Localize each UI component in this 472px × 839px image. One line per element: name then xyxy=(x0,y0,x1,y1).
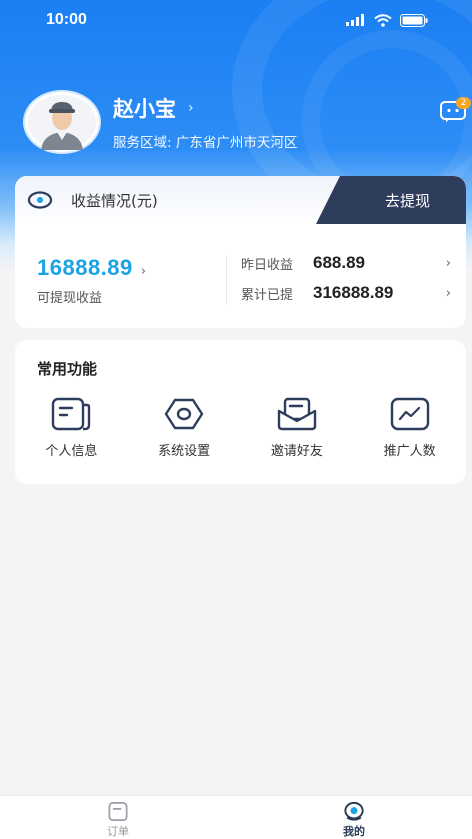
invite-envelope-icon xyxy=(277,397,317,431)
total-withdrawn-value: 316888.89 xyxy=(313,283,394,302)
eye-icon xyxy=(27,191,53,209)
yesterday-chevron-icon: › xyxy=(445,255,451,271)
earnings-divider xyxy=(226,255,227,305)
yesterday-earnings-row[interactable]: 昨日收益 688.89 › xyxy=(241,253,451,273)
order-icon xyxy=(108,802,128,821)
tab-label: 我的 xyxy=(343,825,365,838)
function-invite-friends[interactable]: 邀请好友 xyxy=(241,396,354,459)
avatar-person-icon xyxy=(28,95,96,150)
function-personal-info[interactable]: 个人信息 xyxy=(15,396,128,459)
status-bar: 10:00 xyxy=(0,0,472,40)
battery-icon xyxy=(400,13,428,27)
earnings-title: 收益情况(元) xyxy=(71,191,158,210)
withdrawable-label: 可提现收益 xyxy=(37,291,103,306)
service-region: 服务区域: 广东省广州市天河区 xyxy=(113,135,298,151)
withdraw-button[interactable]: 去提现 xyxy=(316,176,466,224)
functions-grid: 个人信息 系统设置 邀请好友 推广人数 xyxy=(15,396,466,459)
settings-hexagon-icon xyxy=(164,398,204,430)
withdrawable-chevron-icon: › xyxy=(140,264,146,279)
total-withdrawn-label: 累计已提 xyxy=(241,287,294,303)
withdrawable-amount: 16888.89 xyxy=(37,255,133,280)
user-name: 赵小宝 xyxy=(113,97,176,121)
earnings-header: 收益情况(元) 去提现 xyxy=(15,176,466,224)
function-label: 推广人数 xyxy=(383,444,436,459)
yesterday-value: 688.89 xyxy=(313,253,365,272)
common-functions-card: 常用功能 个人信息 系统设置 邀请好友 推广人数 xyxy=(15,340,466,484)
function-system-settings[interactable]: 系统设置 xyxy=(128,396,241,459)
wifi-icon xyxy=(374,13,392,27)
signal-icon xyxy=(346,14,364,26)
tab-label: 订单 xyxy=(107,825,129,838)
yesterday-label: 昨日收益 xyxy=(241,257,294,273)
total-withdrawn-row[interactable]: 累计已提 316888.89 › xyxy=(241,283,451,303)
mine-icon xyxy=(344,802,364,821)
tab-mine[interactable]: 我的 xyxy=(236,796,472,839)
avatar[interactable] xyxy=(25,92,99,152)
common-functions-title: 常用功能 xyxy=(37,360,98,378)
tab-orders[interactable]: 订单 xyxy=(0,796,236,839)
profile-card-icon xyxy=(52,397,91,431)
message-badge: 2 xyxy=(456,97,471,109)
withdrawable-amount-row[interactable]: 16888.89 › xyxy=(37,255,146,281)
function-promotion-count[interactable]: 推广人数 xyxy=(353,396,466,459)
status-time: 10:00 xyxy=(46,11,87,28)
function-label: 系统设置 xyxy=(158,444,211,459)
trend-chart-icon xyxy=(390,397,429,431)
bottom-tab-bar: 订单 我的 xyxy=(0,795,472,839)
profile-header[interactable]: 赵小宝 › 服务区域: 广东省广州市天河区 xyxy=(25,92,297,152)
function-label: 邀请好友 xyxy=(270,444,323,459)
function-label: 个人信息 xyxy=(45,444,98,459)
profile-chevron-icon: › xyxy=(188,100,194,116)
total-withdrawn-chevron-icon: › xyxy=(445,285,451,301)
status-icons xyxy=(346,13,428,27)
